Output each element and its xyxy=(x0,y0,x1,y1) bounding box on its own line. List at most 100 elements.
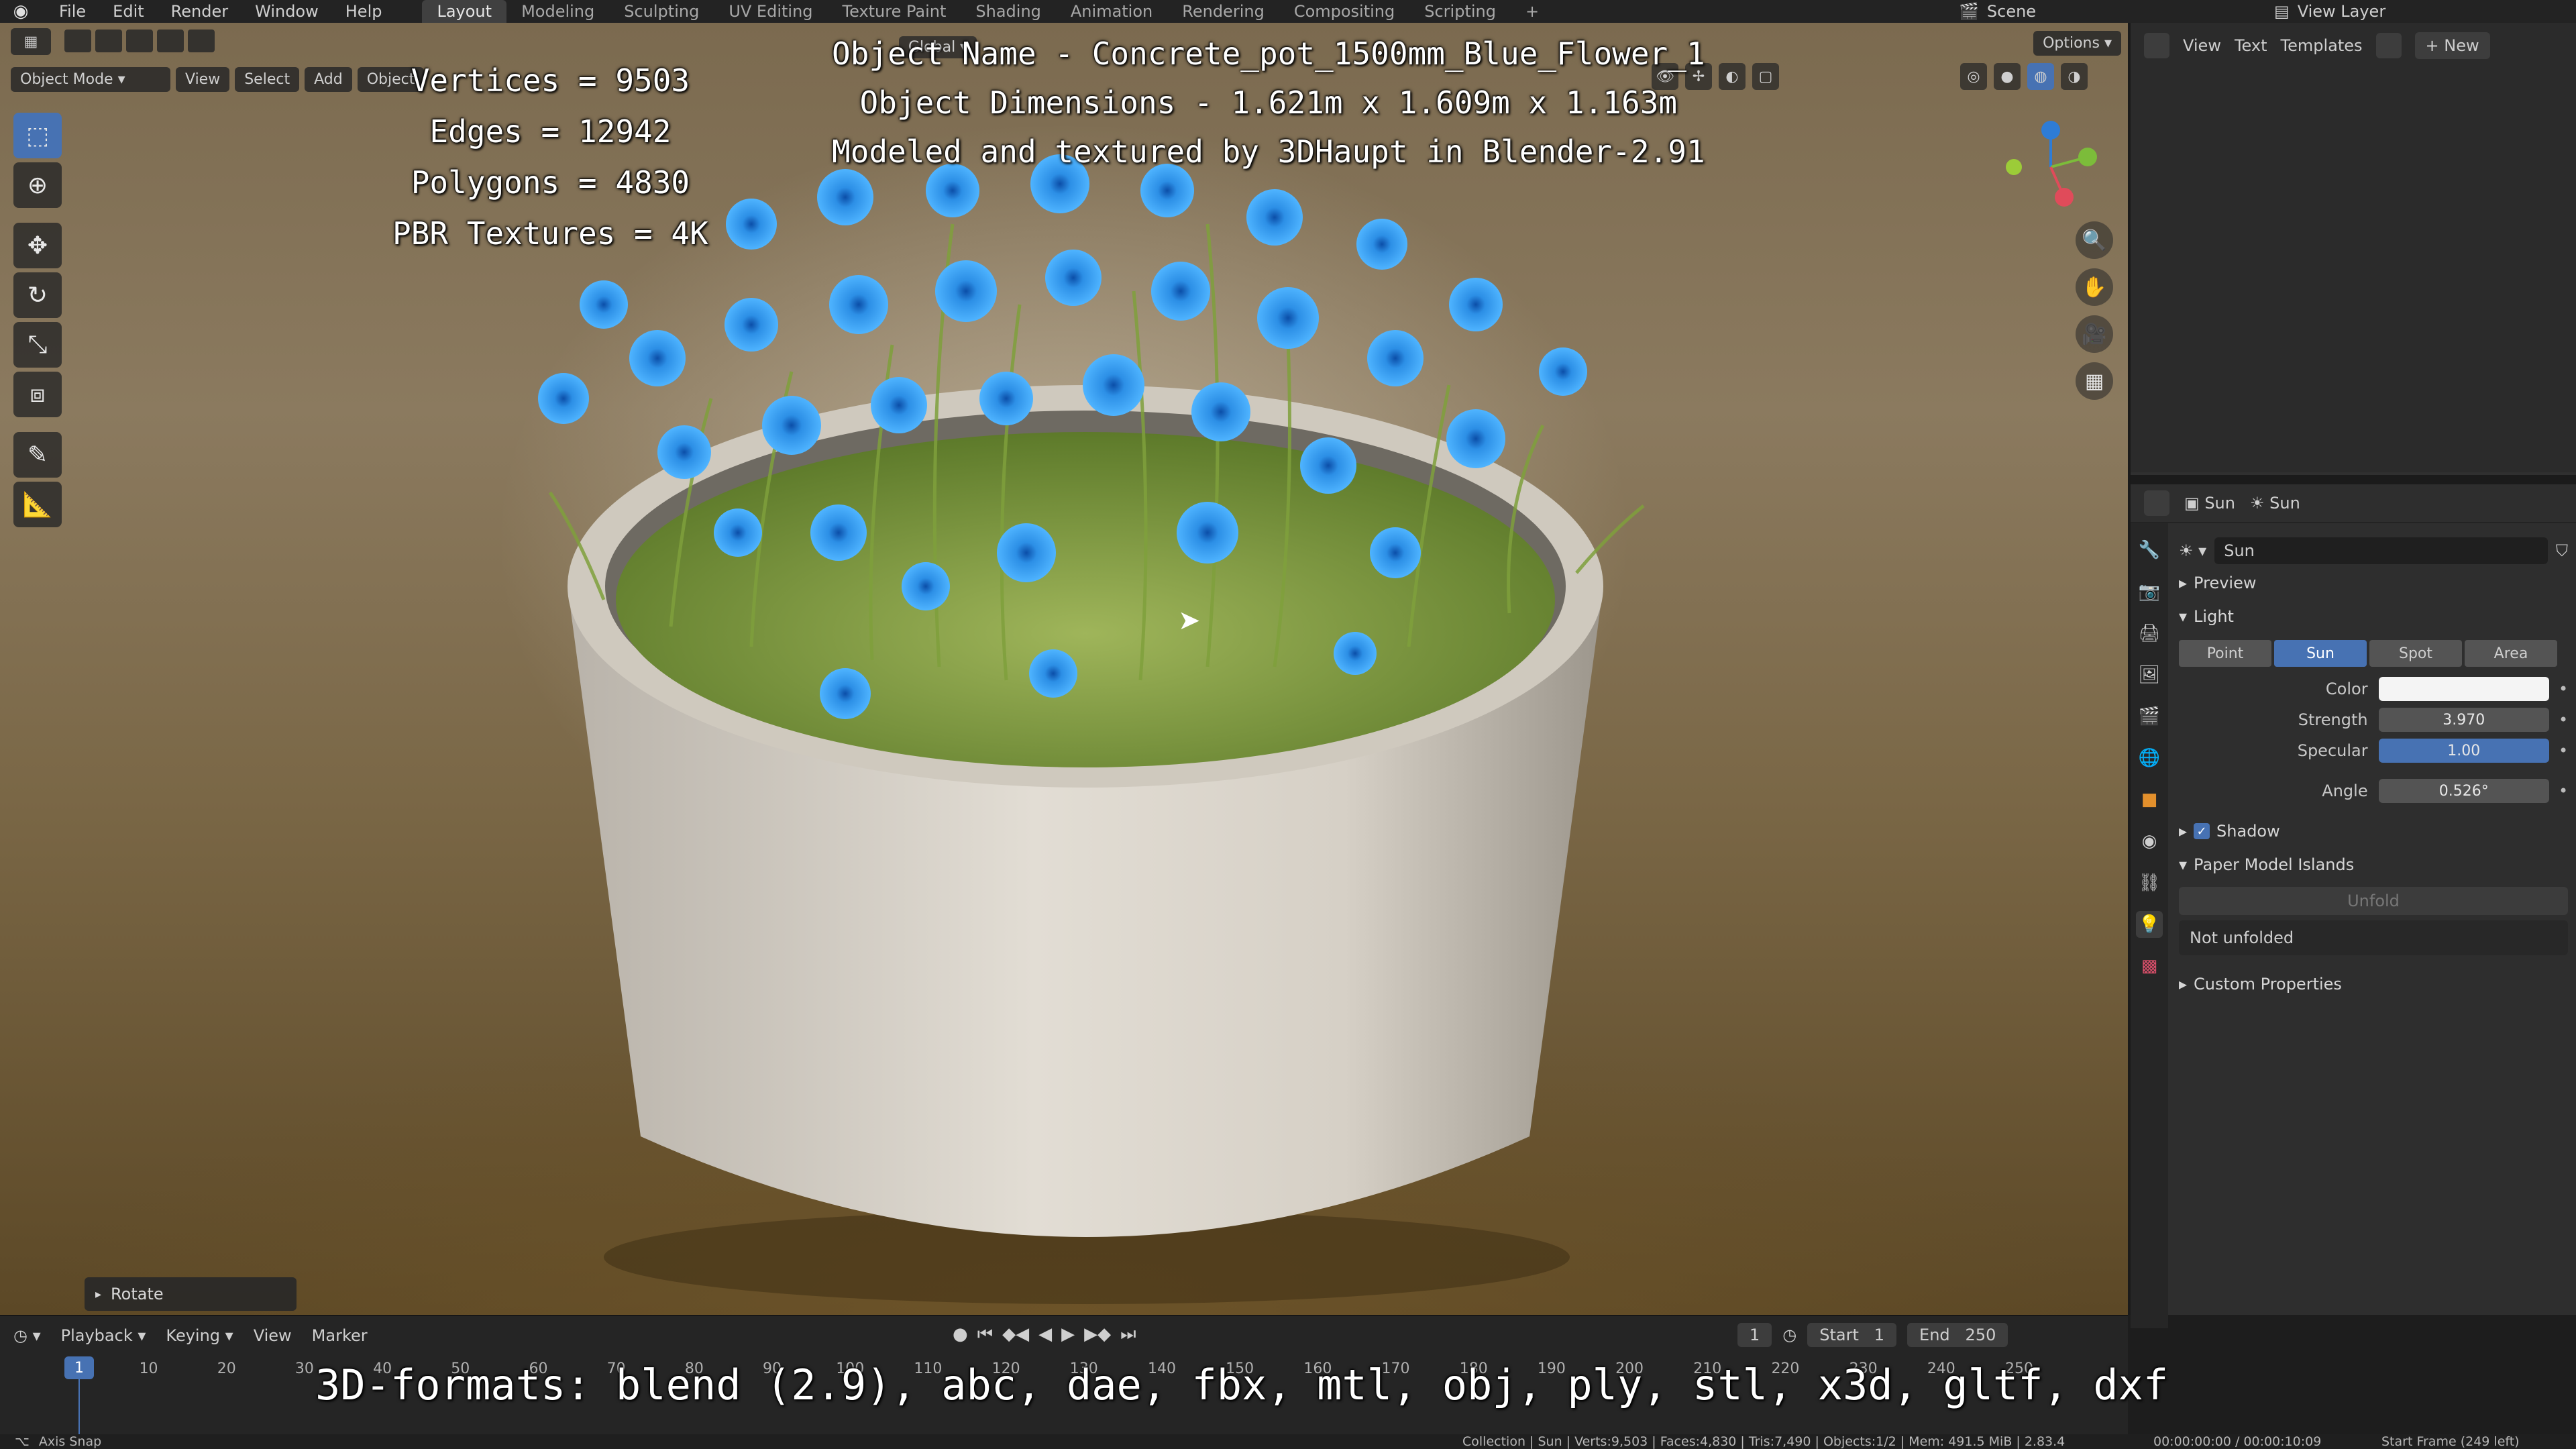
new-text-button[interactable]: + New xyxy=(2414,32,2490,59)
area-divider[interactable] xyxy=(2131,475,2576,484)
world-tab-icon[interactable]: 🌐 xyxy=(2136,745,2163,771)
options-dropdown[interactable]: Options ▾ xyxy=(2033,31,2121,56)
overlays-icon[interactable]: ◐ xyxy=(1719,63,1746,90)
add-workspace-icon[interactable]: + xyxy=(1511,0,1554,23)
move-tool-icon[interactable]: ✥ xyxy=(13,223,62,268)
shadow-panel-header[interactable]: ▸ ✓ Shadow xyxy=(2179,814,2568,848)
rotate-tool-icon[interactable]: ↻ xyxy=(13,272,62,318)
tab-animation[interactable]: Animation xyxy=(1056,0,1167,23)
output-tab-icon[interactable]: 🖨 xyxy=(2136,620,2163,647)
editor-type-icon[interactable]: ◷ ▾ xyxy=(13,1326,41,1345)
te-menu-text[interactable]: Text xyxy=(2235,36,2267,55)
paper-model-panel-header[interactable]: ▾ Paper Model Islands xyxy=(2179,848,2568,881)
rendered-shading-icon[interactable]: ◑ xyxy=(2061,63,2088,90)
light-data-tab-icon[interactable]: 💡 xyxy=(2136,911,2163,938)
editor-type-icon[interactable] xyxy=(2144,33,2169,58)
tab-layout[interactable]: Layout xyxy=(422,0,507,23)
play-icon[interactable]: ▶ xyxy=(1061,1324,1075,1345)
next-keyframe-icon[interactable]: ▶◆ xyxy=(1084,1324,1111,1345)
pan-hand-icon[interactable]: ✋ xyxy=(2076,268,2113,306)
select-subtract-icon[interactable] xyxy=(157,30,184,52)
light-type-point[interactable]: Point xyxy=(2179,640,2271,667)
te-menu-view[interactable]: View xyxy=(2183,36,2221,55)
menu-view[interactable]: View xyxy=(176,67,230,92)
measure-tool-icon[interactable]: 📐 xyxy=(13,482,62,527)
tab-shading[interactable]: Shading xyxy=(961,0,1056,23)
fake-user-shield-icon[interactable]: ⛉ xyxy=(2556,541,2568,560)
view-layer-selector[interactable]: ▤ View Layer xyxy=(2274,1,2569,21)
menu-view[interactable]: View xyxy=(254,1326,292,1345)
shadow-checkbox[interactable]: ✓ xyxy=(2194,823,2210,839)
light-type-spot[interactable]: Spot xyxy=(2369,640,2462,667)
blender-logo-icon[interactable]: ◉ xyxy=(9,1,32,21)
menu-keying[interactable]: Keying ▾ xyxy=(166,1326,233,1345)
scene-selector[interactable]: 🎬 Scene xyxy=(1959,1,2227,21)
tool-tab-icon[interactable]: 🔧 xyxy=(2136,537,2163,564)
camera-view-icon[interactable]: 🎥 xyxy=(2076,315,2113,353)
annotate-tool-icon[interactable]: ✎ xyxy=(13,432,62,478)
expand-arrow-icon[interactable]: ▸ xyxy=(95,1287,101,1301)
menu-marker[interactable]: Marker xyxy=(312,1326,368,1345)
jump-end-icon[interactable]: ⏭ xyxy=(1120,1324,1136,1345)
tab-texture-paint[interactable]: Texture Paint xyxy=(828,0,961,23)
clock-icon[interactable]: ◷ xyxy=(1782,1326,1796,1344)
material-shading-icon[interactable]: ◍ xyxy=(2027,63,2054,90)
scene-tab-icon[interactable]: 🎬 xyxy=(2136,703,2163,730)
solid-shading-icon[interactable]: ● xyxy=(1994,63,2021,90)
editor-type-icon[interactable]: ▦ xyxy=(11,28,51,55)
record-icon[interactable]: ● xyxy=(953,1324,968,1345)
text-browse-icon[interactable] xyxy=(2375,33,2402,58)
view-layer-tab-icon[interactable]: 🖼 xyxy=(2136,661,2163,688)
menu-edit[interactable]: Edit xyxy=(99,2,157,21)
keyframe-dot-icon[interactable]: • xyxy=(2559,680,2568,698)
custom-properties-panel-header[interactable]: ▸ Custom Properties xyxy=(2179,967,2568,1001)
mode-dropdown[interactable]: Object Mode ▾ xyxy=(11,67,170,92)
texture-tab-icon[interactable]: ▩ xyxy=(2136,953,2163,979)
last-operator-panel[interactable]: ▸ Rotate xyxy=(85,1277,297,1311)
cursor-tool-icon[interactable]: ⊕ xyxy=(13,162,62,208)
tab-compositing[interactable]: Compositing xyxy=(1279,0,1409,23)
te-menu-templates[interactable]: Templates xyxy=(2281,36,2363,55)
tab-modeling[interactable]: Modeling xyxy=(506,0,609,23)
menu-file[interactable]: File xyxy=(46,2,99,21)
select-box-tool-icon[interactable]: ⬚ xyxy=(13,113,62,158)
constraints-tab-icon[interactable]: ⛓ xyxy=(2136,869,2163,896)
start-frame-field[interactable]: Start 1 xyxy=(1807,1323,1897,1347)
tab-sculpting[interactable]: Sculpting xyxy=(609,0,714,23)
wireframe-shading-icon[interactable]: ◎ xyxy=(1960,63,1987,90)
scale-tool-icon[interactable]: ⤡ xyxy=(13,322,62,368)
light-name-field[interactable]: Sun xyxy=(2214,537,2548,564)
light-panel-header[interactable]: ▾ Light xyxy=(2179,600,2568,633)
jump-start-icon[interactable]: ⏮ xyxy=(977,1324,993,1345)
play-reverse-icon[interactable]: ◀ xyxy=(1038,1324,1052,1345)
current-frame-field[interactable]: 1 xyxy=(1737,1323,1772,1347)
playhead[interactable]: 1 xyxy=(64,1356,94,1379)
unfold-button[interactable]: Unfold xyxy=(2179,887,2568,915)
tab-scripting[interactable]: Scripting xyxy=(1409,0,1511,23)
tab-uv-editing[interactable]: UV Editing xyxy=(714,0,827,23)
select-mode-icon[interactable] xyxy=(64,30,91,52)
menu-add[interactable]: Add xyxy=(305,67,352,92)
select-new-icon[interactable] xyxy=(95,30,122,52)
strength-field[interactable]: 3.970 xyxy=(2378,708,2549,732)
navigation-gizmo[interactable] xyxy=(2000,117,2101,217)
light-type-sun[interactable]: Sun xyxy=(2274,640,2367,667)
menu-render[interactable]: Render xyxy=(158,2,241,21)
menu-select[interactable]: Select xyxy=(235,67,300,92)
zoom-icon[interactable]: 🔍 xyxy=(2076,221,2113,259)
editor-type-icon[interactable] xyxy=(2144,490,2169,516)
keyframe-dot-icon[interactable]: • xyxy=(2559,782,2568,800)
keyframe-dot-icon[interactable]: • xyxy=(2559,741,2568,760)
3d-viewport[interactable]: ▦ Object Mode ▾ View Select Add Object G… xyxy=(0,23,2128,1315)
select-extend-icon[interactable] xyxy=(126,30,153,52)
perspective-grid-icon[interactable]: ▦ xyxy=(2076,362,2113,400)
object-tab-icon[interactable]: ■ xyxy=(2136,786,2163,813)
prev-keyframe-icon[interactable]: ◆◀ xyxy=(1002,1324,1029,1345)
light-type-area[interactable]: Area xyxy=(2465,640,2557,667)
menu-window[interactable]: Window xyxy=(241,2,332,21)
end-frame-field[interactable]: End 250 xyxy=(1907,1323,2008,1347)
menu-playback[interactable]: Playback ▾ xyxy=(61,1326,146,1345)
angle-field[interactable]: 0.526° xyxy=(2378,779,2549,803)
xray-icon[interactable]: ▢ xyxy=(1752,63,1779,90)
transform-tool-icon[interactable]: ⧈ xyxy=(13,372,62,417)
